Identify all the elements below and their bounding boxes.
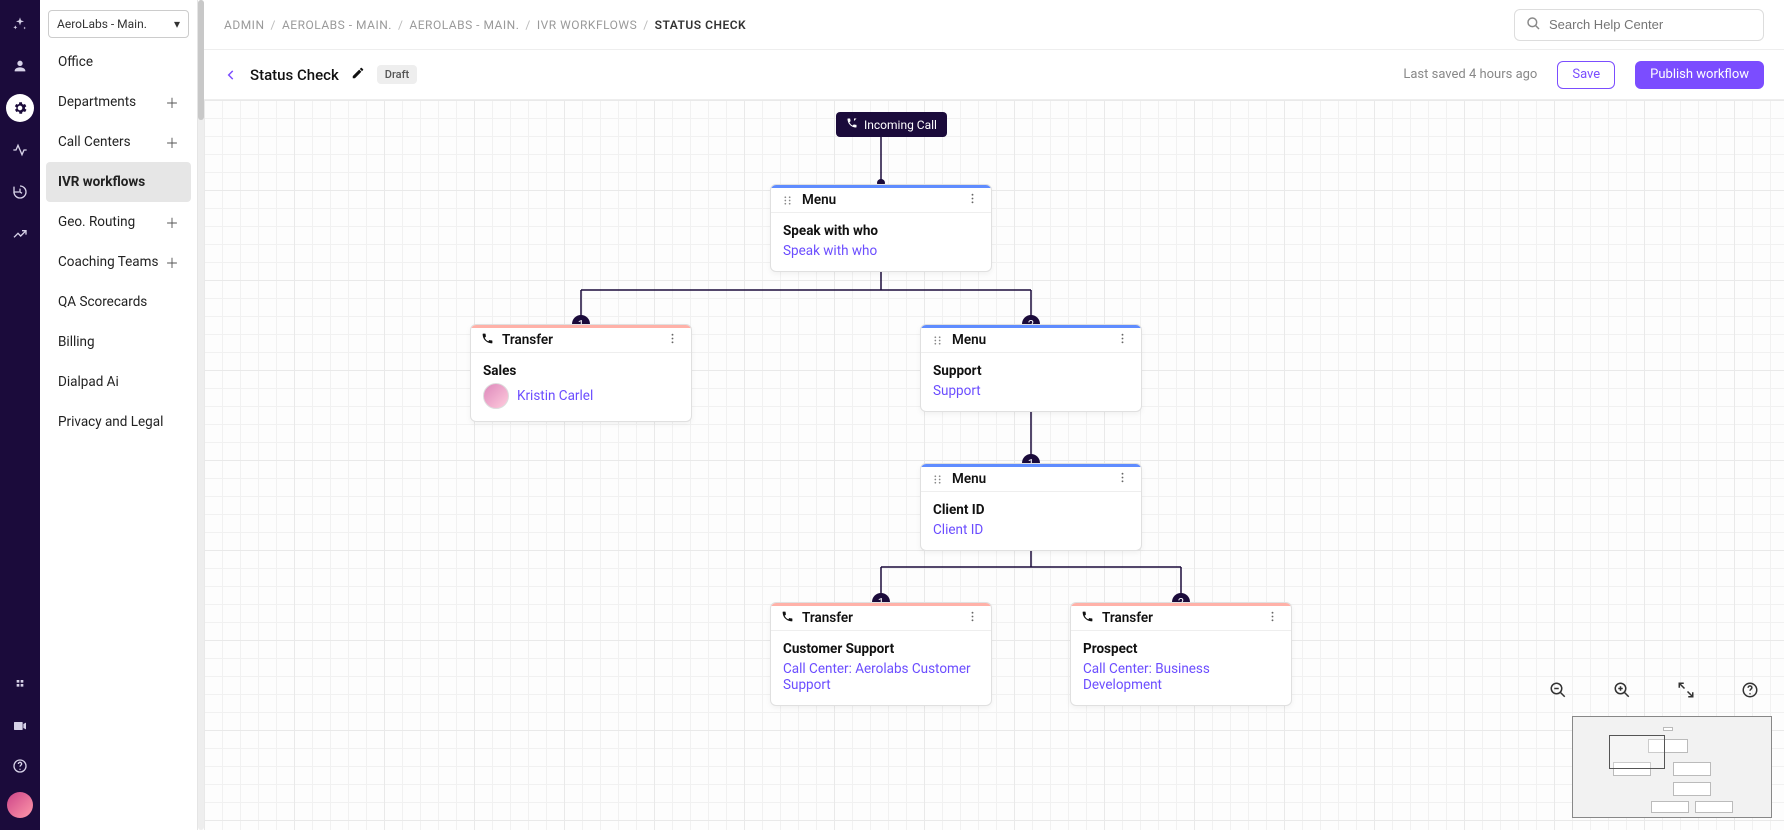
canvas-tools bbox=[1536, 672, 1772, 818]
history-icon[interactable] bbox=[6, 178, 34, 206]
plus-icon[interactable]: ＋ bbox=[165, 135, 179, 149]
minimap[interactable] bbox=[1572, 716, 1772, 818]
node-title: Support bbox=[933, 363, 1129, 379]
node-menu-button[interactable] bbox=[1114, 330, 1131, 351]
breadcrumb-item[interactable]: AEROLABS - MAIN. bbox=[409, 18, 519, 32]
page-title: Status Check bbox=[250, 66, 339, 84]
chevron-down-icon: ▾ bbox=[174, 17, 180, 31]
search-input[interactable] bbox=[1549, 17, 1753, 32]
sidebar: AeroLabs - Main. ▾ Office Departments＋ C… bbox=[40, 0, 198, 830]
node-link[interactable]: Client ID bbox=[933, 522, 1129, 538]
node-user-link[interactable]: Kristin Carlel bbox=[517, 388, 593, 404]
edit-title-button[interactable] bbox=[351, 66, 365, 84]
plus-icon[interactable]: ＋ bbox=[165, 215, 179, 229]
drag-handle-icon[interactable] bbox=[931, 334, 944, 347]
breadcrumb-item[interactable]: ADMIN bbox=[224, 18, 265, 32]
sparkle-icon[interactable] bbox=[6, 10, 34, 38]
plus-icon[interactable]: ＋ bbox=[165, 255, 179, 269]
node-title: Client ID bbox=[933, 502, 1129, 518]
node-title: Prospect bbox=[1083, 641, 1279, 657]
node-title: Sales bbox=[483, 363, 679, 379]
person-icon[interactable] bbox=[6, 52, 34, 80]
fit-screen-button[interactable] bbox=[1672, 676, 1700, 704]
node-menu-clientid[interactable]: Menu Client ID Client ID bbox=[920, 463, 1142, 551]
canvas-help-button[interactable] bbox=[1736, 676, 1764, 704]
org-selector[interactable]: AeroLabs - Main. ▾ bbox=[48, 10, 189, 38]
node-transfer-customer-support[interactable]: Transfer Customer Support Call Center: A… bbox=[770, 602, 992, 706]
sidebar-item-geo-routing[interactable]: Geo. Routing＋ bbox=[46, 202, 191, 242]
phone-forward-icon bbox=[1081, 610, 1094, 627]
breadcrumb-item-current: STATUS CHECK bbox=[655, 18, 747, 32]
workflow-canvas[interactable]: Incoming Call Menu Speak with who Speak … bbox=[204, 100, 1784, 830]
sidebar-item-call-centers[interactable]: Call Centers＋ bbox=[46, 122, 191, 162]
sidebar-item-office[interactable]: Office bbox=[46, 42, 191, 82]
node-menu-button[interactable] bbox=[964, 190, 981, 211]
node-link[interactable]: Support bbox=[933, 383, 1129, 399]
node-menu-root[interactable]: Menu Speak with who Speak with who bbox=[770, 184, 992, 272]
node-title: Speak with who bbox=[783, 223, 979, 239]
node-link[interactable]: Call Center: Aerolabs Customer Support bbox=[783, 661, 979, 693]
mini-nav bbox=[0, 0, 40, 830]
gear-icon[interactable] bbox=[6, 94, 34, 122]
zoom-out-button[interactable] bbox=[1544, 676, 1572, 704]
breadcrumb: ADMIN/ AEROLABS - MAIN./ AEROLABS - MAIN… bbox=[224, 18, 746, 32]
node-title: Customer Support bbox=[783, 641, 979, 657]
sidebar-item-ivr-workflows[interactable]: IVR workflows bbox=[46, 162, 191, 202]
node-menu-button[interactable] bbox=[664, 330, 681, 351]
node-menu-support[interactable]: Menu Support Support bbox=[920, 324, 1142, 412]
node-menu-button[interactable] bbox=[964, 608, 981, 629]
node-transfer-prospect[interactable]: Transfer Prospect Call Center: Business … bbox=[1070, 602, 1292, 706]
sidebar-item-privacy-legal[interactable]: Privacy and Legal bbox=[46, 402, 191, 442]
user-avatar[interactable] bbox=[7, 792, 33, 818]
node-type-label: Transfer bbox=[502, 332, 553, 348]
node-type-label: Transfer bbox=[802, 610, 853, 626]
last-saved-text: Last saved 4 hours ago bbox=[1403, 67, 1537, 82]
breadcrumb-item[interactable]: AEROLABS - MAIN. bbox=[282, 18, 392, 32]
breadcrumb-item[interactable]: IVR WORKFLOWS bbox=[537, 18, 637, 32]
title-row: Status Check Draft Last saved 4 hours ag… bbox=[204, 50, 1784, 100]
activity-icon[interactable] bbox=[6, 136, 34, 164]
node-type-label: Transfer bbox=[1102, 610, 1153, 626]
start-node[interactable]: Incoming Call bbox=[836, 112, 947, 137]
node-link[interactable]: Call Center: Business Development bbox=[1083, 661, 1279, 693]
sidebar-item-departments[interactable]: Departments＋ bbox=[46, 82, 191, 122]
phone-forward-icon bbox=[781, 610, 794, 627]
integrations-icon[interactable] bbox=[6, 672, 34, 700]
drag-handle-icon[interactable] bbox=[931, 473, 944, 486]
back-button[interactable] bbox=[224, 68, 238, 82]
phone-forward-icon bbox=[481, 332, 494, 349]
sidebar-item-billing[interactable]: Billing bbox=[46, 322, 191, 362]
status-badge: Draft bbox=[377, 65, 417, 84]
drag-handle-icon[interactable] bbox=[781, 194, 794, 207]
org-selector-label: AeroLabs - Main. bbox=[57, 17, 147, 31]
node-menu-button[interactable] bbox=[1114, 469, 1131, 490]
video-icon[interactable] bbox=[6, 712, 34, 740]
start-node-label: Incoming Call bbox=[864, 118, 937, 132]
trend-icon[interactable] bbox=[6, 220, 34, 248]
node-transfer-sales[interactable]: Transfer Sales Kristin Carlel bbox=[470, 324, 692, 422]
publish-button[interactable]: Publish workflow bbox=[1635, 61, 1764, 89]
zoom-in-button[interactable] bbox=[1608, 676, 1636, 704]
node-type-label: Menu bbox=[952, 332, 986, 348]
plus-icon[interactable]: ＋ bbox=[165, 95, 179, 109]
breadcrumb-row: ADMIN/ AEROLABS - MAIN./ AEROLABS - MAIN… bbox=[204, 0, 1784, 50]
search-box[interactable] bbox=[1514, 9, 1764, 41]
node-link[interactable]: Speak with who bbox=[783, 243, 979, 259]
sidebar-item-coaching-teams[interactable]: Coaching Teams＋ bbox=[46, 242, 191, 282]
main-area: ADMIN/ AEROLABS - MAIN./ AEROLABS - MAIN… bbox=[204, 0, 1784, 830]
sidebar-item-qa-scorecards[interactable]: QA Scorecards bbox=[46, 282, 191, 322]
sidebar-item-dialpad-ai[interactable]: Dialpad Ai bbox=[46, 362, 191, 402]
save-button[interactable]: Save bbox=[1557, 61, 1615, 89]
phone-incoming-icon bbox=[846, 117, 858, 132]
node-type-label: Menu bbox=[802, 192, 836, 208]
search-icon bbox=[1525, 15, 1541, 35]
user-avatar-icon bbox=[483, 383, 509, 409]
help-icon[interactable] bbox=[6, 752, 34, 780]
node-type-label: Menu bbox=[952, 471, 986, 487]
node-menu-button[interactable] bbox=[1264, 608, 1281, 629]
